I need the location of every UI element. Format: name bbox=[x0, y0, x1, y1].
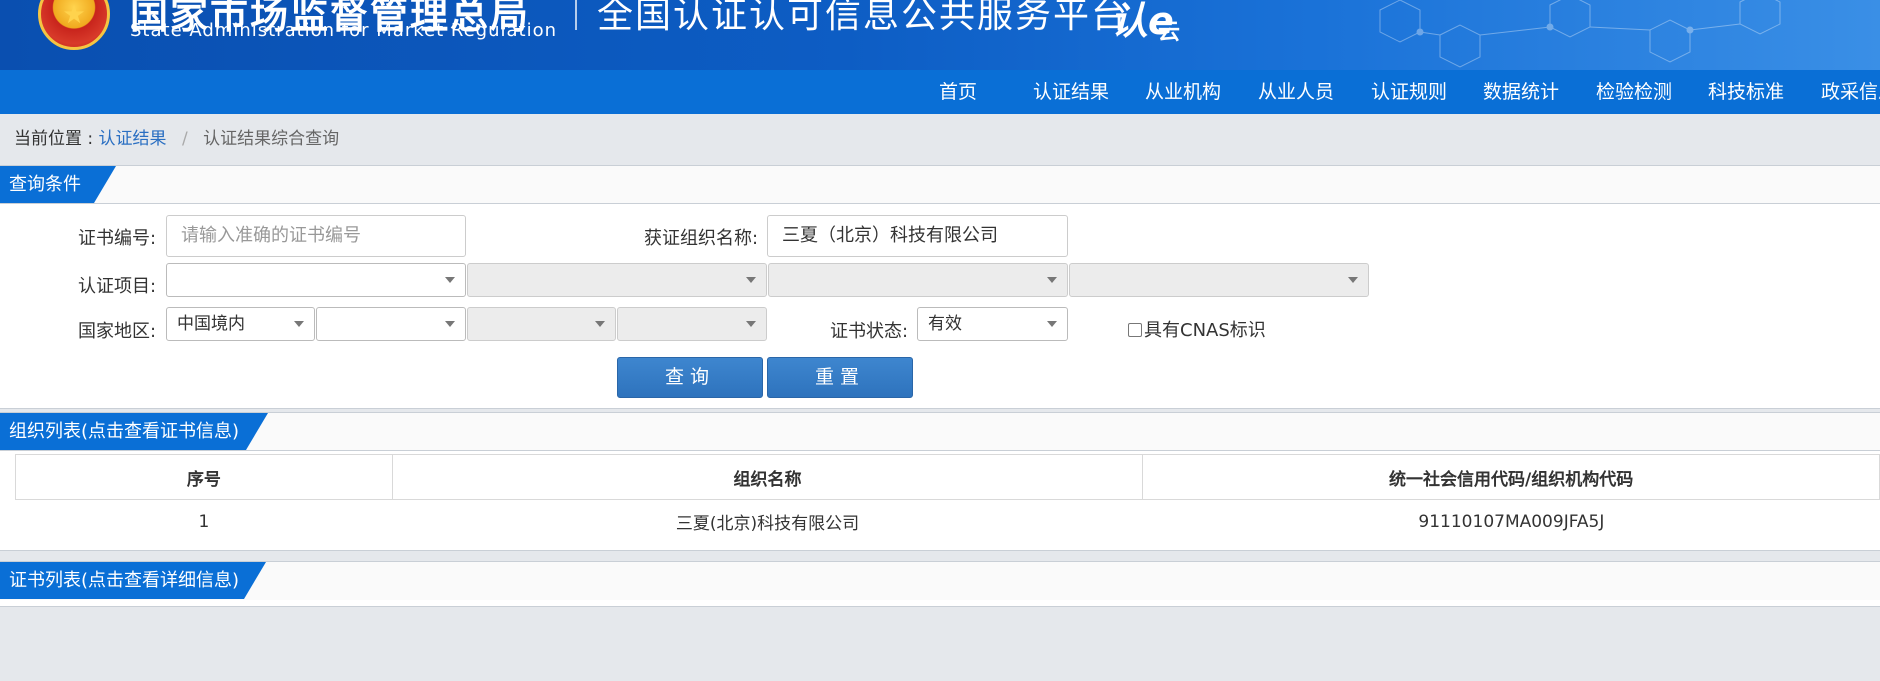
chevron-down-icon bbox=[1348, 277, 1358, 283]
nav-item-institutions[interactable]: 从业机构 bbox=[1145, 70, 1221, 114]
platform-title: 全国认证认可信息公共服务平台 bbox=[597, 0, 1130, 36]
column-header-index: 序号 bbox=[15, 454, 393, 500]
status-selected-value: 有效 bbox=[928, 314, 962, 334]
cert-no-label: 证书编号: bbox=[78, 228, 157, 249]
breadcrumb-prefix: 当前位置 : bbox=[14, 129, 94, 149]
cnas-checkbox[interactable] bbox=[1128, 323, 1142, 337]
reset-button[interactable]: 重置 bbox=[767, 357, 913, 398]
search-button[interactable]: 查询 bbox=[617, 357, 763, 398]
cert-list-panel-title: 证书列表(点击查看详细信息) bbox=[0, 562, 266, 599]
status-select[interactable]: 有效 bbox=[917, 307, 1068, 341]
breadcrumb: 当前位置 : 认证结果 / 认证结果综合查询 bbox=[14, 124, 340, 149]
breadcrumb-link-cert-results[interactable]: 认证结果 bbox=[99, 129, 167, 149]
breadcrumb-current: 认证结果综合查询 bbox=[203, 129, 340, 149]
chevron-down-icon bbox=[1047, 321, 1057, 327]
platform-logo-sub: 云 bbox=[1158, 20, 1181, 45]
cnas-checkbox-label: 具有CNAS标识 bbox=[1144, 320, 1266, 341]
row-index: 1 bbox=[198, 511, 210, 532]
cert-list-panel-header: 证书列表(点击查看详细信息) bbox=[0, 562, 1880, 600]
chevron-down-icon bbox=[746, 321, 756, 327]
org-list-panel-title: 组织列表(点击查看证书信息) bbox=[0, 413, 268, 450]
nav-item-cert-rules[interactable]: 认证规则 bbox=[1371, 70, 1447, 114]
org-table: 序号 组织名称 统一社会信用代码/组织机构代码 1 三夏(北京)科技有限公司 9… bbox=[15, 454, 1880, 544]
site-header: ★ 国家市场监督管理总局 State Administration for Ma… bbox=[0, 0, 1880, 70]
region-label: 国家地区: bbox=[78, 321, 157, 342]
nav-item-personnel[interactable]: 从业人员 bbox=[1258, 70, 1334, 114]
cert-list-panel: 证书列表(点击查看详细信息) bbox=[0, 561, 1880, 607]
main-nav: 首页 认证结果 从业机构 从业人员 认证规则 数据统计 检验检测 科技标准 政采… bbox=[0, 70, 1880, 114]
chevron-down-icon bbox=[595, 321, 605, 327]
row-credit-code: 91110107MA009JFA5J bbox=[1418, 511, 1605, 532]
agency-name-en: State Administration for Market Regulati… bbox=[130, 20, 557, 41]
org-name-label: 获证组织名称: bbox=[644, 228, 759, 249]
cert-item-select-2[interactable] bbox=[467, 263, 767, 297]
column-header-credit-code: 统一社会信用代码/组织机构代码 bbox=[1142, 454, 1880, 500]
chevron-down-icon bbox=[746, 277, 756, 283]
nav-item-statistics[interactable]: 数据统计 bbox=[1483, 70, 1559, 114]
star-icon: ★ bbox=[62, 0, 86, 31]
table-row[interactable]: 1 三夏(北京)科技有限公司 91110107MA009JFA5J bbox=[16, 500, 1880, 544]
query-panel-title: 查询条件 bbox=[0, 166, 116, 203]
org-name-input[interactable]: 三夏（北京）科技有限公司 bbox=[767, 215, 1068, 257]
chevron-down-icon bbox=[445, 321, 455, 327]
cert-item-select-3[interactable] bbox=[768, 263, 1068, 297]
region-selected-value: 中国境内 bbox=[177, 314, 245, 334]
hexagon-pattern-decoration bbox=[1379, 0, 1781, 68]
org-list-panel-header: 组织列表(点击查看证书信息) bbox=[0, 413, 1880, 451]
chevron-down-icon bbox=[294, 321, 304, 327]
chevron-down-icon bbox=[445, 277, 455, 283]
region-select-city[interactable] bbox=[467, 307, 616, 341]
org-table-header-row: 序号 组织名称 统一社会信用代码/组织机构代码 bbox=[15, 454, 1880, 500]
status-label: 证书状态: bbox=[830, 321, 909, 342]
nav-item-inspection[interactable]: 检验检测 bbox=[1596, 70, 1672, 114]
cert-no-input[interactable]: 请输入准确的证书编号 bbox=[166, 215, 466, 257]
national-emblem-icon: ★ bbox=[38, 0, 110, 50]
cert-item-label: 认证项目: bbox=[78, 276, 157, 297]
row-org-name[interactable]: 三夏(北京)科技有限公司 bbox=[392, 500, 1143, 544]
header-divider bbox=[575, 0, 577, 30]
breadcrumb-separator: / bbox=[181, 129, 188, 149]
chevron-down-icon bbox=[1047, 277, 1057, 283]
region-select-country[interactable]: 中国境内 bbox=[166, 307, 315, 341]
nav-item-cert-results[interactable]: 认证结果 bbox=[1033, 70, 1109, 114]
cert-item-select-4[interactable] bbox=[1069, 263, 1369, 297]
nav-item-home[interactable]: 首页 bbox=[939, 70, 977, 114]
nav-item-procurement[interactable]: 政采信息 bbox=[1821, 70, 1880, 114]
nav-item-tech-standards[interactable]: 科技标准 bbox=[1708, 70, 1784, 114]
cnas-checkbox-row[interactable]: 具有CNAS标识 bbox=[1128, 316, 1266, 342]
column-header-org-name: 组织名称 bbox=[391, 454, 1144, 500]
cert-item-select-1[interactable] bbox=[166, 263, 466, 297]
region-select-province[interactable] bbox=[316, 307, 466, 341]
query-panel-header: 查询条件 bbox=[0, 166, 1880, 204]
region-select-district[interactable] bbox=[617, 307, 767, 341]
